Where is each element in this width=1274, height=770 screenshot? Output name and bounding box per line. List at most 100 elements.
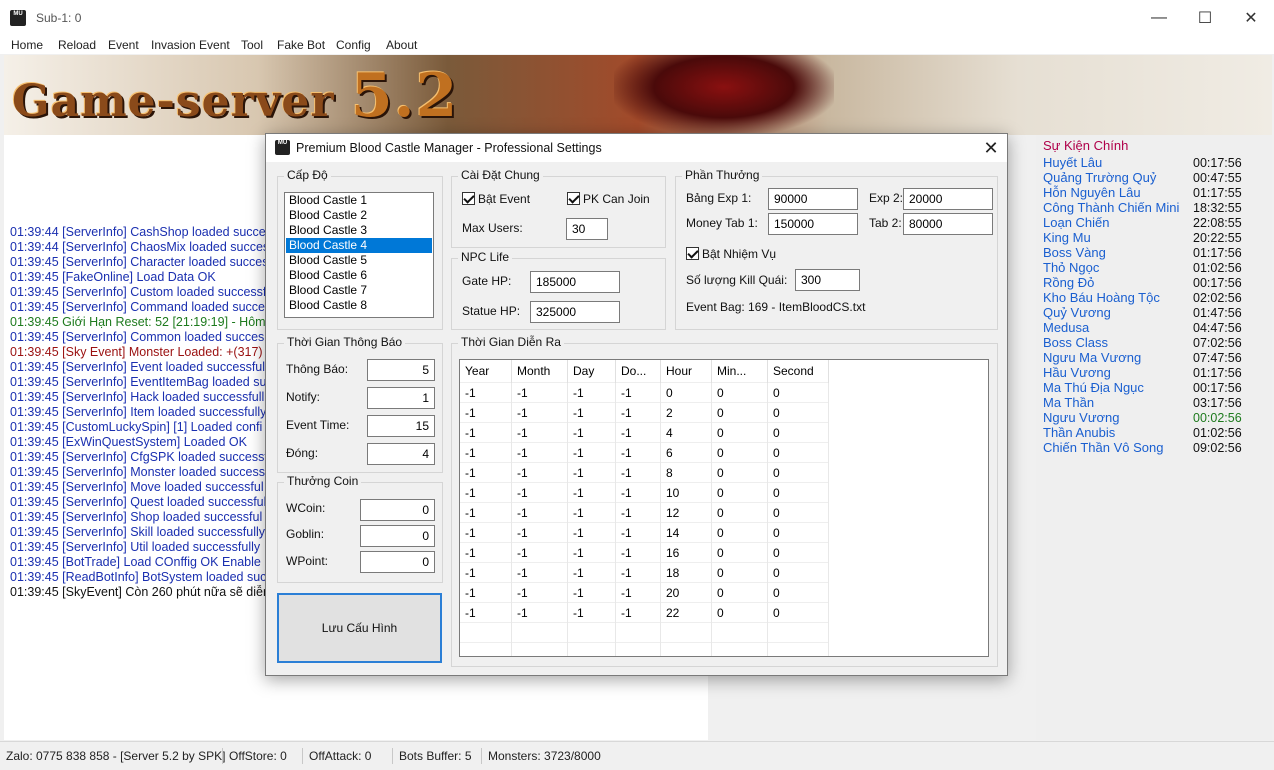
schedule-row[interactable]: -1 -1 -1 -1 14 0 0 — [460, 522, 829, 543]
schedule-cell[interactable]: 22 — [660, 602, 712, 623]
notify-field[interactable]: 1 — [367, 387, 435, 409]
exp2-field[interactable]: 20000 — [903, 188, 993, 210]
schedule-cell[interactable]: 0 — [767, 502, 829, 523]
schedule-cell[interactable]: -1 — [567, 442, 616, 463]
schedule-cell[interactable]: -1 — [615, 502, 661, 523]
minimize-icon[interactable]: — — [1136, 0, 1182, 36]
schedule-column-header[interactable]: Min... — [711, 360, 768, 383]
schedule-cell[interactable] — [711, 642, 768, 656]
schedule-row[interactable]: -1 -1 -1 -1 22 0 0 — [460, 602, 829, 623]
schedule-cell[interactable]: 0 — [767, 542, 829, 563]
schedule-cell[interactable]: -1 — [460, 482, 512, 503]
level-list-item[interactable]: Blood Castle 7 — [286, 283, 432, 298]
schedule-cell[interactable] — [615, 642, 661, 656]
notice-field[interactable]: 5 — [367, 359, 435, 381]
schedule-cell[interactable]: -1 — [460, 582, 512, 603]
event-time-field[interactable]: 15 — [367, 415, 435, 437]
schedule-row[interactable]: -1 -1 -1 -1 20 0 0 — [460, 582, 829, 603]
schedule-cell[interactable] — [767, 622, 829, 643]
schedule-cell[interactable]: -1 — [511, 522, 568, 543]
schedule-cell[interactable]: 0 — [711, 502, 768, 523]
schedule-row[interactable]: -1 -1 -1 -1 2 0 0 — [460, 402, 829, 423]
schedule-cell[interactable]: -1 — [615, 422, 661, 443]
menu-home[interactable]: Home — [11, 38, 43, 52]
schedule-cell[interactable]: 12 — [660, 502, 712, 523]
enable-event-checkbox[interactable] — [462, 192, 475, 205]
menu-reload[interactable]: Reload — [58, 38, 96, 52]
schedule-cell[interactable]: -1 — [511, 442, 568, 463]
schedule-cell[interactable]: 0 — [711, 382, 768, 403]
schedule-cell[interactable] — [567, 622, 616, 643]
schedule-cell[interactable]: -1 — [567, 382, 616, 403]
schedule-row[interactable]: -1 -1 -1 -1 12 0 0 — [460, 502, 829, 523]
schedule-cell[interactable]: -1 — [567, 582, 616, 603]
schedule-empty-row[interactable] — [460, 622, 829, 643]
save-config-button[interactable]: Lưu Cấu Hình — [277, 593, 442, 663]
schedule-column-header[interactable]: Month — [511, 360, 568, 383]
level-list-item[interactable]: Blood Castle 5 — [286, 253, 432, 268]
schedule-cell[interactable]: 10 — [660, 482, 712, 503]
schedule-cell[interactable]: -1 — [460, 542, 512, 563]
level-list-item[interactable]: Blood Castle 1 — [286, 193, 432, 208]
schedule-cell[interactable]: -1 — [511, 382, 568, 403]
schedule-cell[interactable]: -1 — [615, 542, 661, 563]
schedule-cell[interactable]: 0 — [711, 462, 768, 483]
schedule-cell[interactable]: 0 — [767, 602, 829, 623]
pk-can-join-checkbox[interactable] — [567, 192, 580, 205]
maximize-icon[interactable]: ☐ — [1182, 0, 1228, 36]
schedule-cell[interactable]: -1 — [460, 602, 512, 623]
close-time-field[interactable]: 4 — [367, 443, 435, 465]
tab2-field[interactable]: 80000 — [903, 213, 993, 235]
schedule-cell[interactable]: -1 — [460, 562, 512, 583]
schedule-cell[interactable]: -1 — [460, 522, 512, 543]
exp1-field[interactable]: 90000 — [768, 188, 858, 210]
schedule-cell[interactable]: 2 — [660, 402, 712, 423]
schedule-cell[interactable]: -1 — [511, 422, 568, 443]
schedule-row[interactable]: -1 -1 -1 -1 16 0 0 — [460, 542, 829, 563]
schedule-cell[interactable]: -1 — [511, 542, 568, 563]
schedule-cell[interactable]: 16 — [660, 542, 712, 563]
menu-invasion-event[interactable]: Invasion Event — [151, 38, 230, 52]
schedule-cell[interactable]: -1 — [460, 402, 512, 423]
schedule-cell[interactable]: -1 — [511, 562, 568, 583]
level-list-item[interactable]: Blood Castle 6 — [286, 268, 432, 283]
schedule-cell[interactable]: 0 — [711, 422, 768, 443]
close-icon[interactable]: ✕ — [1228, 0, 1274, 36]
schedule-column-header[interactable]: Day — [567, 360, 616, 383]
schedule-cell[interactable] — [660, 622, 712, 643]
schedule-cell[interactable]: 0 — [711, 582, 768, 603]
schedule-row[interactable]: -1 -1 -1 -1 6 0 0 — [460, 442, 829, 463]
schedule-row[interactable]: -1 -1 -1 -1 4 0 0 — [460, 422, 829, 443]
schedule-cell[interactable]: 0 — [711, 442, 768, 463]
schedule-cell[interactable]: -1 — [511, 602, 568, 623]
schedule-cell[interactable]: -1 — [615, 582, 661, 603]
menu-fake-bot[interactable]: Fake Bot — [277, 38, 325, 52]
schedule-cell[interactable]: 0 — [767, 442, 829, 463]
wpoint-field[interactable]: 0 — [360, 551, 435, 573]
money1-field[interactable]: 150000 — [768, 213, 858, 235]
schedule-cell[interactable]: 0 — [660, 382, 712, 403]
schedule-cell[interactable]: 0 — [767, 522, 829, 543]
schedule-cell[interactable]: 6 — [660, 442, 712, 463]
schedule-cell[interactable]: -1 — [567, 402, 616, 423]
schedule-column-header[interactable]: Hour — [660, 360, 712, 383]
schedule-cell[interactable]: 0 — [711, 402, 768, 423]
schedule-cell[interactable] — [767, 642, 829, 656]
schedule-cell[interactable]: -1 — [511, 502, 568, 523]
menu-about[interactable]: About — [386, 38, 417, 52]
schedule-cell[interactable]: 0 — [711, 562, 768, 583]
schedule-cell[interactable]: -1 — [567, 562, 616, 583]
schedule-cell[interactable]: -1 — [567, 542, 616, 563]
schedule-empty-row[interactable] — [460, 642, 829, 656]
level-list-item[interactable]: Blood Castle 8 — [286, 298, 432, 313]
schedule-cell[interactable]: 8 — [660, 462, 712, 483]
schedule-cell[interactable]: -1 — [460, 382, 512, 403]
level-list-item[interactable]: Blood Castle 4 — [286, 238, 432, 253]
schedule-cell[interactable]: -1 — [615, 462, 661, 483]
goblin-field[interactable]: 0 — [360, 525, 435, 547]
gate-hp-field[interactable]: 185000 — [530, 271, 620, 293]
schedule-cell[interactable]: 0 — [711, 522, 768, 543]
schedule-cell[interactable]: -1 — [615, 402, 661, 423]
schedule-cell[interactable]: -1 — [511, 482, 568, 503]
wcoin-field[interactable]: 0 — [360, 499, 435, 521]
